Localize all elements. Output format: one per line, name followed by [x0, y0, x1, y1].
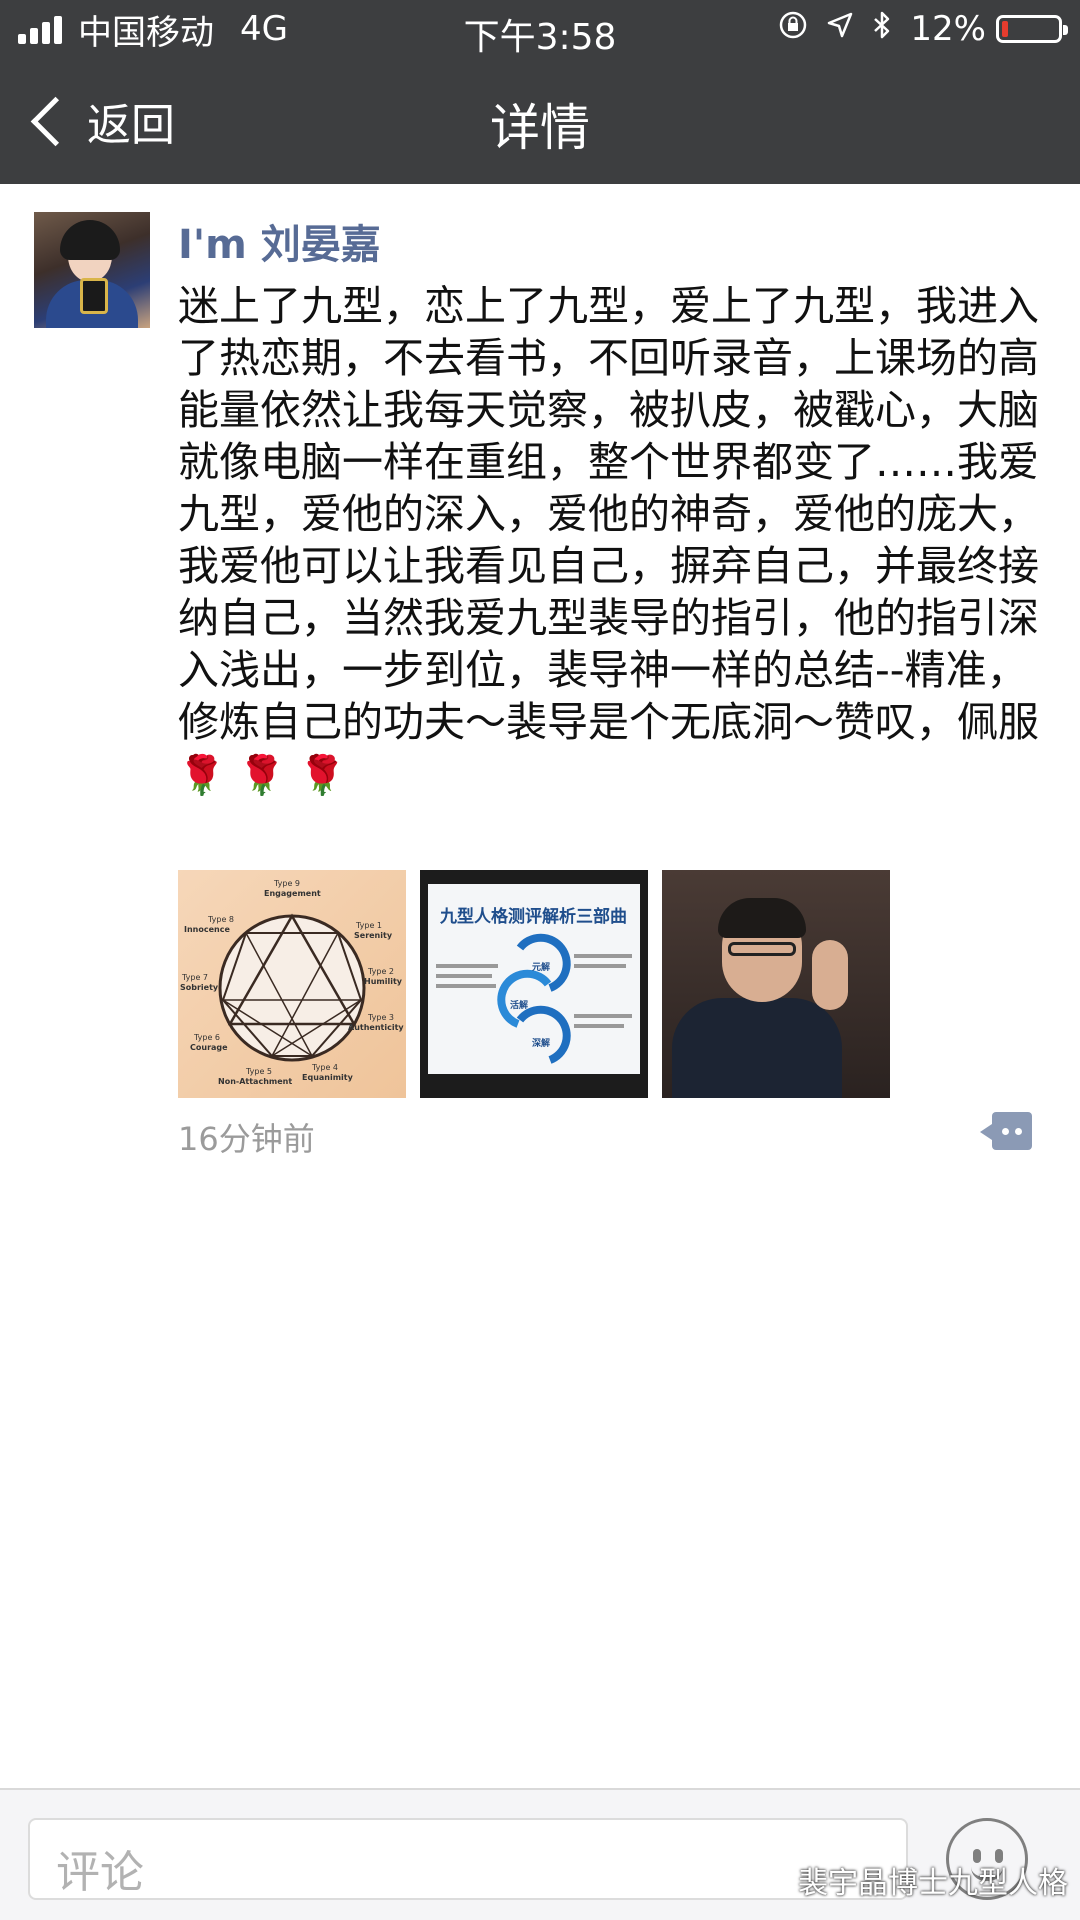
enneagram-label: Type 5 — [245, 1067, 272, 1076]
location-icon — [826, 11, 854, 47]
battery-icon — [996, 15, 1068, 43]
nav-bar: 返回 详情 — [0, 58, 1080, 184]
slide-step: 深解 — [532, 1037, 550, 1049]
battery-percent: 12% — [910, 9, 986, 49]
watermark: 裴宇晶博士九型人格 — [752, 1858, 1068, 1902]
orientation-lock-icon — [778, 10, 808, 48]
enneagram-label: Type 1 — [355, 921, 382, 930]
slide-step: 活解 — [510, 999, 528, 1011]
slide-step: 元解 — [532, 961, 550, 973]
enneagram-label: Type 2 — [367, 967, 394, 976]
enneagram-label: Type 7 — [181, 973, 208, 982]
battery-level — [1002, 21, 1008, 37]
watermark-text: 裴宇晶博士九型人格 — [798, 1866, 1068, 1901]
enneagram-label: Authenticity — [348, 1023, 404, 1032]
cycle-arrows-icon: 元解 活解 深解 — [436, 933, 632, 1064]
enneagram-label: Innocence — [184, 925, 230, 934]
post-time: 16分钟前 — [178, 1120, 315, 1158]
enneagram-label: Serenity — [354, 931, 393, 940]
enneagram-image[interactable]: Type 9 Engagement Type 8 Innocence Type … — [178, 870, 406, 1098]
enneagram-label: Type 8 — [207, 915, 234, 924]
enneagram-label: Non-Attachment — [218, 1077, 292, 1086]
enneagram-label: Courage — [190, 1043, 228, 1052]
post-text: 迷上了九型，恋上了九型，爱上了九型，我进入了热恋期，不去看书，不回听录音，上课场… — [178, 280, 1048, 801]
enneagram-label: Type 6 — [193, 1033, 220, 1042]
enneagram-label: Type 3 — [367, 1013, 394, 1022]
speaker-image[interactable] — [662, 870, 890, 1098]
bluetooth-icon — [872, 10, 892, 48]
rose-emoji: 🌹 — [178, 753, 226, 797]
enneagram-label: Engagement — [264, 889, 321, 898]
comment-placeholder: 评论 — [56, 1847, 144, 1898]
slide-screen: 九型人格测评解析三部曲 元解 活解 深解 — [428, 884, 640, 1074]
slide-image[interactable]: 九型人格测评解析三部曲 元解 活解 深解 — [420, 870, 648, 1098]
enneagram-diagram: Type 9 Engagement Type 8 Innocence Type … — [180, 879, 404, 1086]
enneagram-label: Sobriety — [180, 983, 219, 992]
enneagram-label: Type 9 — [273, 879, 300, 888]
enneagram-label: Type 4 — [311, 1063, 338, 1072]
author-name[interactable]: I'm 刘晏嘉 — [178, 212, 381, 270]
post-body: 迷上了九型，恋上了九型，爱上了九型，我进入了热恋期，不去看书，不回听录音，上课场… — [178, 282, 1039, 746]
enneagram-label: Humility — [364, 977, 403, 986]
rose-emoji: 🌹 — [238, 753, 286, 797]
comment-action-icon[interactable] — [980, 1112, 1032, 1150]
enneagram-label: Equanimity — [302, 1073, 354, 1082]
image-grid: Type 9 Engagement Type 8 Innocence Type … — [178, 870, 904, 1098]
wechat-icon — [752, 1866, 790, 1893]
page-title: 详情 — [490, 99, 590, 157]
status-right: 12% — [778, 8, 1068, 50]
rose-emoji: 🌹 — [298, 753, 347, 797]
status-bar: 中国移动 4G 下午3:58 12% — [0, 0, 1080, 58]
avatar[interactable] — [34, 212, 150, 328]
